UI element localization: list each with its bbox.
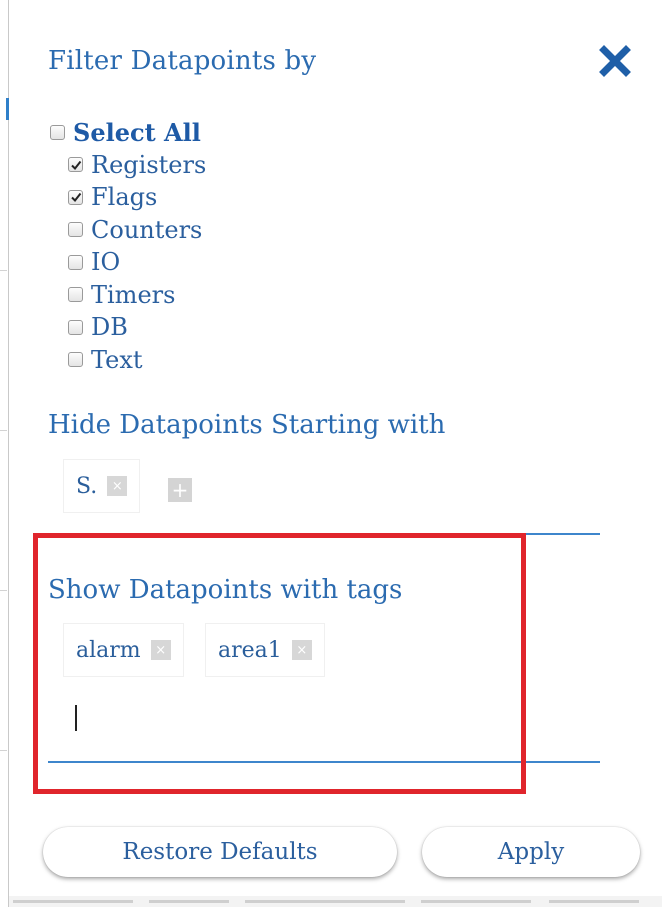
type-option-db[interactable]: DB — [68, 311, 206, 344]
type-option-counters[interactable]: Counters — [68, 214, 206, 247]
timers-label: Timers — [91, 280, 176, 309]
counters-checkbox[interactable] — [68, 222, 83, 238]
text-cursor — [75, 705, 77, 731]
restore-defaults-button[interactable]: Restore Defaults — [43, 827, 397, 877]
type-option-io[interactable]: IO — [68, 246, 206, 279]
db-checkbox[interactable] — [68, 319, 83, 335]
text-checkbox[interactable] — [68, 352, 83, 368]
background-accent-mark — [6, 98, 9, 120]
tags-section-title: Show Datapoints with tags — [48, 575, 403, 605]
close-button[interactable] — [598, 44, 632, 78]
background-tick — [0, 750, 7, 751]
checkmark-icon — [70, 193, 81, 203]
screen: Filter Datapoints by Select All Register… — [0, 0, 662, 907]
registers-checkbox[interactable] — [68, 157, 83, 173]
io-checkbox[interactable] — [68, 254, 83, 270]
filter-panel: Filter Datapoints by Select All Register… — [10, 0, 662, 896]
background-tick — [0, 270, 7, 271]
remove-tag-icon[interactable]: × — [291, 640, 312, 660]
prefix-chip: S. × — [64, 460, 140, 512]
flags-label: Flags — [91, 183, 158, 212]
close-x-icon — [599, 45, 631, 77]
apply-button[interactable]: Apply — [422, 827, 640, 877]
type-option-text[interactable]: Text — [68, 344, 206, 377]
tags-input-underline — [48, 761, 600, 763]
add-prefix-button[interactable]: + — [168, 478, 192, 502]
remove-chip-icon[interactable]: × — [107, 476, 128, 496]
tag-chip-area1: area1 × — [206, 624, 324, 676]
background-tick — [0, 590, 7, 591]
type-option-timers[interactable]: Timers — [68, 279, 206, 312]
checkmark-icon — [70, 160, 81, 170]
tag-chip-label: alarm — [76, 637, 141, 663]
registers-label: Registers — [91, 150, 207, 179]
type-option-flags[interactable]: Flags — [68, 181, 206, 214]
counters-label: Counters — [91, 215, 203, 244]
select-all-option[interactable]: Select All — [50, 116, 206, 149]
tag-text-input[interactable] — [70, 698, 514, 740]
panel-title: Filter Datapoints by — [48, 46, 317, 76]
tag-chip-alarm: alarm × — [64, 624, 183, 676]
type-option-registers[interactable]: Registers — [68, 149, 206, 182]
flags-checkbox[interactable] — [68, 189, 83, 205]
select-all-label: Select All — [73, 117, 201, 147]
tag-chip-label: area1 — [218, 637, 282, 663]
io-label: IO — [91, 248, 121, 277]
db-label: DB — [91, 313, 128, 342]
background-edge — [8, 0, 9, 907]
background-content-strip — [9, 896, 662, 907]
text-label: Text — [91, 345, 143, 374]
prefix-chip-label: S. — [76, 473, 98, 499]
datapoint-type-checklist: Select All Registers Flags Counters IO T… — [50, 116, 206, 376]
timers-checkbox[interactable] — [68, 287, 83, 303]
remove-tag-icon[interactable]: × — [150, 640, 171, 660]
section-divider — [48, 533, 600, 535]
hide-section-title: Hide Datapoints Starting with — [48, 410, 446, 440]
select-all-checkbox[interactable] — [50, 124, 65, 140]
background-tick — [0, 430, 7, 431]
